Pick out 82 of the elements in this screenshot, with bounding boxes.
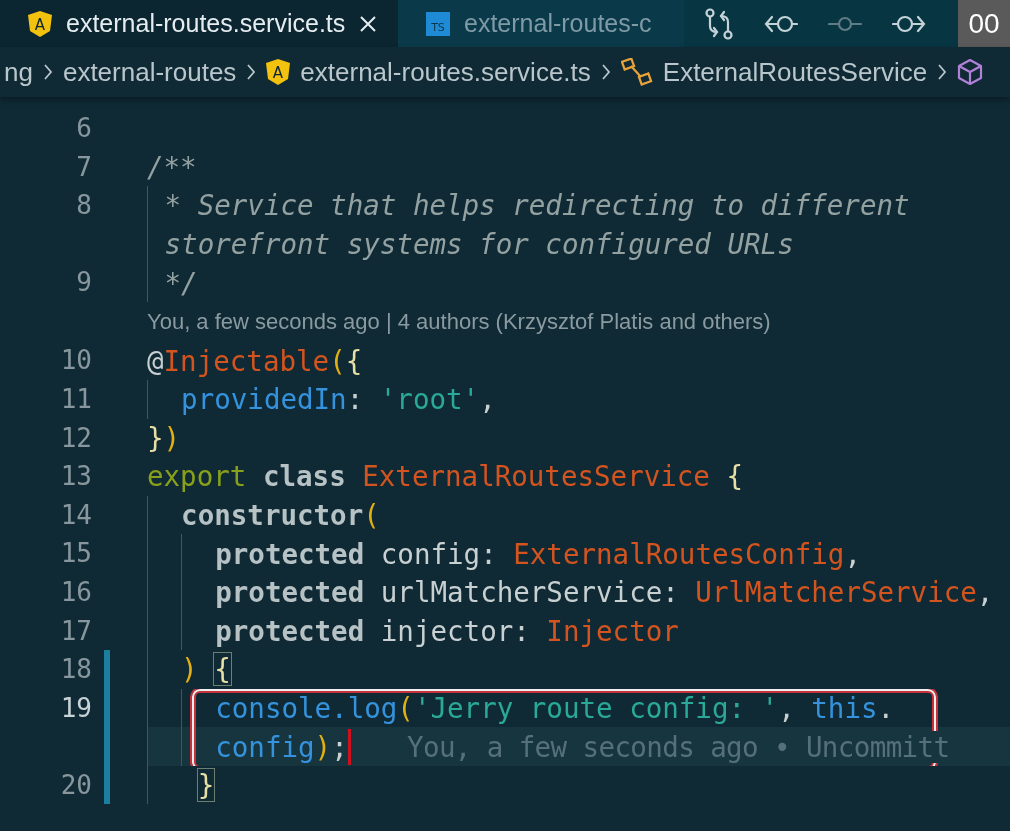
code-token: (: [329, 344, 346, 377]
line-number: 9: [75, 266, 92, 300]
line-number: 17: [59, 614, 92, 648]
cube-icon: [957, 58, 984, 86]
chevron-icon: [42, 63, 53, 81]
line-number: 14: [59, 498, 92, 532]
code-token: ,: [976, 576, 994, 609]
code-token: ): [163, 421, 181, 454]
class-icon: [620, 58, 653, 86]
code-token: @: [147, 344, 164, 377]
code-token: */: [164, 266, 198, 299]
code-token: ExternalRoutesService: [361, 460, 710, 493]
code-token: ,: [479, 383, 496, 416]
code-token: ,: [778, 692, 795, 724]
code-token: providedIn: [181, 383, 347, 416]
code-token: ExternalRoutesConfig: [512, 537, 845, 570]
breadcrumb-item[interactable]: ExternalRoutesService: [662, 56, 928, 88]
code-token: protected: [215, 614, 365, 647]
code-token: Injector: [545, 614, 679, 647]
code-token: ): [181, 653, 198, 686]
code-token: {: [725, 460, 744, 493]
code-token: protected: [215, 576, 365, 609]
code-token: * Service that helps redirecting to different: [164, 189, 910, 222]
codelens-text[interactable]: You, a few seconds ago | 4 authors (Krzysztof Platis and others): [147, 308, 771, 335]
code-token: class: [261, 460, 346, 493]
code-token: }: [147, 421, 164, 454]
code-token: ;: [331, 730, 348, 763]
code-token: }: [197, 769, 215, 802]
code-token: :: [662, 576, 679, 609]
chevron-icon: [937, 63, 948, 81]
editor-tab[interactable]: A external-routes.service.ts: [0, 0, 398, 47]
typescript-icon: TS: [426, 11, 450, 36]
code-token: constructor: [181, 499, 364, 532]
code-token: .: [877, 692, 895, 724]
code-token: (: [397, 692, 414, 724]
code-token: :: [513, 614, 530, 647]
code-token: :: [480, 537, 497, 570]
line-number: 20: [59, 768, 92, 802]
editor-tab[interactable]: TS external-routes-c: [398, 0, 684, 47]
line-number: 12: [59, 421, 92, 455]
code-token: (: [363, 499, 380, 532]
code-token: {: [214, 653, 231, 686]
breadcrumb-item[interactable]: external-routes: [62, 56, 237, 88]
code-token: ,: [844, 537, 861, 570]
line-number: 16: [59, 575, 92, 609]
line-number: 13: [59, 460, 92, 494]
line-number: 19: [59, 691, 92, 725]
angular-icon: A: [266, 59, 291, 85]
code-token: Injectable: [163, 344, 330, 377]
code-token: urlMatcherService: [379, 576, 663, 609]
breadcrumb-item[interactable]: external-routes.service.ts: [300, 56, 591, 88]
code-token: /**: [147, 150, 197, 183]
line-number: 8: [75, 189, 92, 223]
code-token: config: [379, 537, 481, 570]
code-token: 'Jerry route config: ': [413, 692, 779, 724]
code-token: injector: [379, 614, 514, 647]
breadcrumb-item[interactable]: ng: [4, 56, 33, 88]
line-number: 11: [59, 382, 92, 416]
code-token: :: [346, 383, 364, 416]
chevron-icon: [600, 63, 611, 81]
line-number: 10: [59, 344, 92, 378]
line-number: 7: [75, 150, 92, 184]
angular-icon: A: [28, 10, 52, 37]
code-token: storefront systems for configured URLs: [164, 228, 794, 261]
code-token: UrlMatcherService: [694, 576, 977, 609]
code-token: ): [314, 730, 332, 763]
code-token: config: [215, 730, 315, 763]
inline-blame: You, a few seconds ago • Uncommitt: [406, 730, 950, 763]
code-token: 'root': [378, 383, 480, 416]
line-number: 6: [75, 112, 92, 145]
code-token: this: [810, 692, 878, 724]
chevron-icon: [246, 63, 257, 81]
text-cursor: [347, 728, 351, 765]
code-token: {: [345, 344, 363, 377]
code-token: export: [147, 460, 247, 493]
line-number: 15: [59, 537, 92, 571]
line-number: 18: [59, 653, 92, 687]
code-token: protected: [215, 537, 365, 570]
compare-changes-icon[interactable]: [704, 7, 734, 40]
code-token: console.log: [215, 692, 398, 724]
corner-text: 00: [968, 7, 1000, 40]
close-icon[interactable]: [359, 14, 378, 33]
